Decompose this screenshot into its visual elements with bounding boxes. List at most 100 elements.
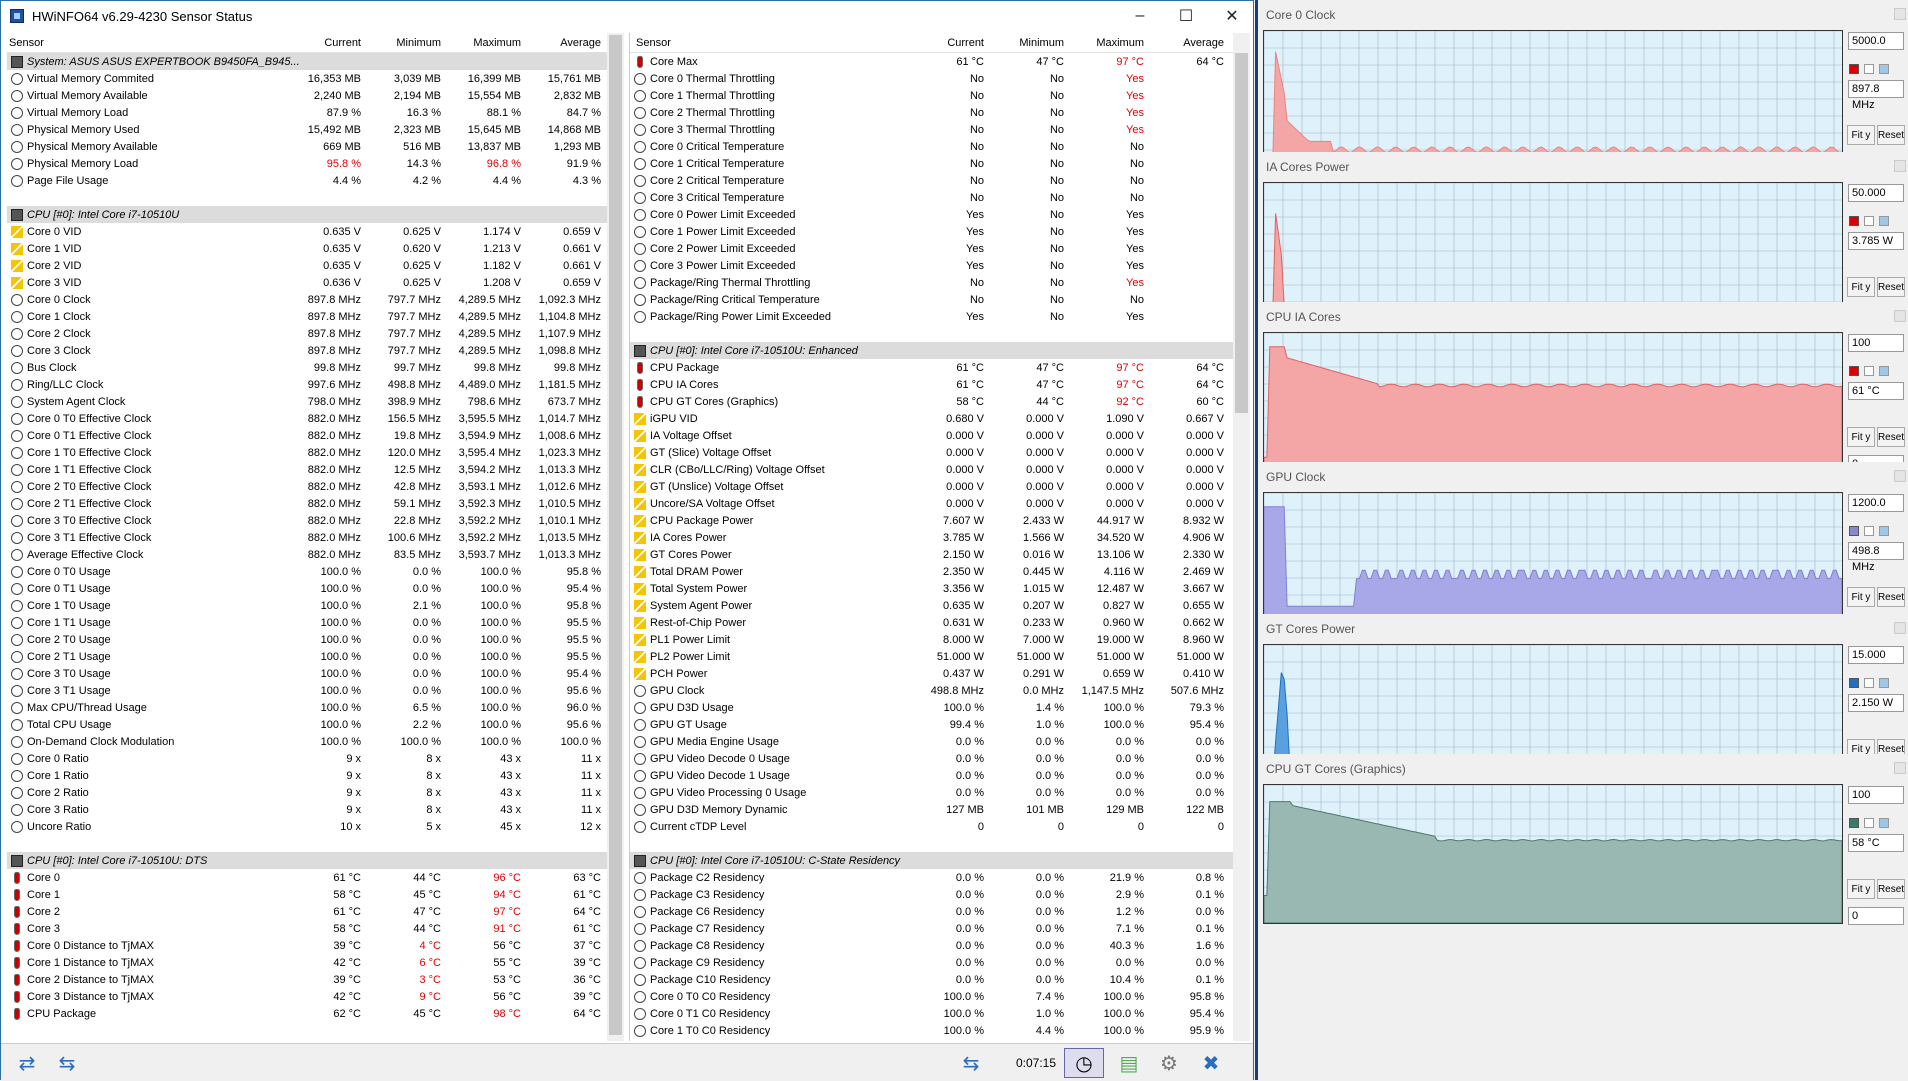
sensor-row[interactable]: Core 2 Distance to TjMAX 39 °C 3 °C 53 °C 36… [7, 971, 607, 988]
reset-button[interactable]: Reset [1877, 587, 1905, 607]
sensor-pane-left[interactable]: Sensor Current Minimum Maximum Average S… [7, 33, 607, 1041]
fit-y-button[interactable]: Fit y [1847, 587, 1875, 607]
sensor-row[interactable]: Total CPU Usage 100.0 % 2.2 % 100.0 % 95.6 % [7, 716, 607, 733]
maximize-button[interactable]: ☐ [1163, 1, 1209, 31]
sensor-group-header[interactable]: CPU [#0]: Intel Core i7-10510U: Enhanced [630, 342, 1233, 359]
sensor-row[interactable]: GPU Video Decode 1 Usage 0.0 % 0.0 % 0.0 % 0… [630, 767, 1233, 784]
sensor-row[interactable]: Core 1 T1 Effective Clock 882.0 MHz 12.5 M… [7, 461, 607, 478]
sensor-row[interactable]: Package C10 Residency 0.0 % 0.0 % 10.4 % 0.1… [630, 971, 1233, 988]
sensor-row[interactable]: GPU D3D Memory Dynamic 127 MB 101 MB 129 MB… [630, 801, 1233, 818]
network-icon[interactable]: ⇆ [951, 1048, 991, 1078]
sensor-row[interactable]: Core 0 61 °C 44 °C 96 °C 63 °C [7, 869, 607, 886]
sensor-row[interactable]: System Agent Power 0.635 W 0.207 W 0.827 W 0… [630, 597, 1233, 614]
sensor-row[interactable]: Package C7 Residency 0.0 % 0.0 % 7.1 % 0.1 % [630, 920, 1233, 937]
sensor-row[interactable]: Core 1 Thermal Throttling No No Yes [630, 87, 1233, 104]
sensor-row[interactable]: Virtual Memory Available 2,240 MB 2,194 MB… [7, 87, 607, 104]
collapse-arrows-icon[interactable]: ⇆ [49, 1048, 85, 1078]
sensor-row[interactable]: Core 3 Thermal Throttling No No Yes [630, 121, 1233, 138]
sensor-row[interactable]: Core 0 Distance to TjMAX 39 °C 4 °C 56 °C 37… [7, 937, 607, 954]
sensor-row[interactable]: Core 3 T0 Usage 100.0 % 0.0 % 100.0 % 95.4 % [7, 665, 607, 682]
sensor-row[interactable]: Core 2 61 °C 47 °C 97 °C 64 °C [7, 903, 607, 920]
reset-button[interactable]: Reset [1877, 277, 1905, 297]
sensor-row[interactable]: Core 2 T1 Effective Clock 882.0 MHz 59.1 M… [7, 495, 607, 512]
settings-icon[interactable]: ⚙ [1151, 1048, 1187, 1078]
sensor-row[interactable]: GPU GT Usage 99.4 % 1.0 % 100.0 % 95.4 % [630, 716, 1233, 733]
sensor-row[interactable]: Core 1 Ratio 9 x 8 x 43 x 11 x [7, 767, 607, 784]
sensor-row[interactable]: Physical Memory Load 95.8 % 14.3 % 96.8 % 91… [7, 155, 607, 172]
col-maximum[interactable]: Maximum [1070, 37, 1150, 49]
sensor-row[interactable]: Core 3 Power Limit Exceeded Yes No Yes [630, 257, 1233, 274]
reset-button[interactable]: Reset [1877, 879, 1905, 899]
sensor-group-header[interactable]: CPU [#0]: Intel Core i7-10510U [7, 206, 607, 223]
sensor-row[interactable]: Core 0 Critical Temperature No No No [630, 138, 1233, 155]
sensor-row[interactable]: Core 3 VID 0.636 V 0.625 V 1.208 V 0.659 V [7, 274, 607, 291]
col-current[interactable]: Current [910, 37, 990, 49]
sensor-row[interactable]: Core 3 58 °C 44 °C 91 °C 61 °C [7, 920, 607, 937]
sensor-row[interactable]: Core 2 Thermal Throttling No No Yes [630, 104, 1233, 121]
sensor-row[interactable]: Core 3 T1 Usage 100.0 % 0.0 % 100.0 % 95.6 % [7, 682, 607, 699]
col-minimum[interactable]: Minimum [367, 37, 447, 49]
graph-color-swatch[interactable] [1849, 818, 1859, 828]
sensor-row[interactable]: Core 2 Critical Temperature No No No [630, 172, 1233, 189]
sensor-row[interactable]: IA Cores Power 3.785 W 1.566 W 34.520 W 4.90… [630, 529, 1233, 546]
sensor-row[interactable]: Total System Power 3.356 W 1.015 W 12.487 W… [630, 580, 1233, 597]
sensor-row[interactable]: IA Voltage Offset 0.000 V 0.000 V 0.000 V 0.… [630, 427, 1233, 444]
sensor-graph[interactable]: CPU GT Cores (Graphics) 100 58 °C 0 Fit y Res… [1258, 754, 1908, 934]
graph-color-swatch[interactable] [1849, 216, 1859, 226]
sensor-row[interactable]: Core 1 Distance to TjMAX 42 °C 6 °C 55 °C 39… [7, 954, 607, 971]
col-average[interactable]: Average [527, 37, 607, 49]
sensor-row[interactable]: CPU Package 61 °C 47 °C 97 °C 64 °C [630, 359, 1233, 376]
graph-color-swatch[interactable] [1849, 64, 1859, 74]
sensor-row[interactable]: GT Cores Power 2.150 W 0.016 W 13.106 W 2.33… [630, 546, 1233, 563]
sensor-row[interactable]: Core 1 58 °C 45 °C 94 °C 61 °C [7, 886, 607, 903]
graph-bg-swatch[interactable] [1864, 678, 1874, 688]
graph-grid-swatch[interactable] [1879, 64, 1889, 74]
graph-grid-swatch[interactable] [1879, 366, 1889, 376]
sensor-row[interactable]: Core 1 T0 Usage 100.0 % 2.1 % 100.0 % 95.8 % [7, 597, 607, 614]
sensor-row[interactable]: iGPU VID 0.680 V 0.000 V 1.090 V 0.667 V [630, 410, 1233, 427]
scrollbar-right[interactable] [1233, 33, 1250, 1041]
sensor-row[interactable]: Core 2 T1 Usage 100.0 % 0.0 % 100.0 % 95.5 % [7, 648, 607, 665]
fit-y-button[interactable]: Fit y [1847, 125, 1875, 145]
sensor-row[interactable]: Physical Memory Available 669 MB 516 MB 13,… [7, 138, 607, 155]
graph-bg-swatch[interactable] [1864, 818, 1874, 828]
sensor-group-header[interactable]: CPU [#0]: Intel Core i7-10510U: DTS [7, 852, 607, 869]
sensor-row[interactable]: Core 0 VID 0.635 V 0.625 V 1.174 V 0.659 V [7, 223, 607, 240]
sensor-row[interactable]: PL1 Power Limit 8.000 W 7.000 W 19.000 W 8.9… [630, 631, 1233, 648]
sensor-row[interactable]: Core 3 Clock 897.8 MHz 797.7 MHz 4,289.5 MH… [7, 342, 607, 359]
sensor-row[interactable]: Page File Usage 4.4 % 4.2 % 4.4 % 4.3 % [7, 172, 607, 189]
graph-bg-swatch[interactable] [1864, 216, 1874, 226]
minimize-button[interactable]: – [1117, 1, 1163, 31]
sensor-row[interactable]: Core 1 VID 0.635 V 0.620 V 1.213 V 0.661 V [7, 240, 607, 257]
sensor-graph[interactable]: CPU IA Cores10061 °C0Fit yReset [1258, 302, 1908, 482]
sensor-row[interactable]: Core 2 Clock 897.8 MHz 797.7 MHz 4,289.5 MH… [7, 325, 607, 342]
sensor-row[interactable]: Core 3 Ratio 9 x 8 x 43 x 11 x [7, 801, 607, 818]
sensor-row[interactable]: Total DRAM Power 2.350 W 0.445 W 4.116 W 2.4… [630, 563, 1233, 580]
sensor-row[interactable]: CPU Package Power 7.607 W 2.433 W 44.917 W 8… [630, 512, 1233, 529]
sensor-row[interactable]: Core 3 Distance to TjMAX 42 °C 9 °C 56 °C 39… [7, 988, 607, 1005]
sensor-group-header[interactable]: System: ASUS ASUS EXPERTBOOK B9450FA_B94… [7, 53, 607, 70]
sensor-row[interactable]: Ring/LLC Clock 997.6 MHz 498.8 MHz 4,489.0 … [7, 376, 607, 393]
sensor-row[interactable]: Core 2 Ratio 9 x 8 x 43 x 11 x [7, 784, 607, 801]
fit-y-button[interactable]: Fit y [1847, 879, 1875, 899]
sensor-row[interactable]: Core 1 T0 Effective Clock 882.0 MHz 120.0 … [7, 444, 607, 461]
scroll-left-arrows-icon[interactable]: ⇄ [9, 1048, 45, 1078]
graph-bg-swatch[interactable] [1864, 366, 1874, 376]
graph-color-swatch[interactable] [1849, 526, 1859, 536]
graph-grid-swatch[interactable] [1879, 678, 1889, 688]
close-button[interactable]: ✕ [1209, 1, 1255, 31]
sensor-pane-right[interactable]: Sensor Current Minimum Maximum Average C… [629, 33, 1233, 1041]
sensor-row[interactable]: Core 0 Thermal Throttling No No Yes [630, 70, 1233, 87]
fit-y-button[interactable]: Fit y [1847, 277, 1875, 297]
sensor-row[interactable]: Rest-of-Chip Power 0.631 W 0.233 W 0.960 W 0… [630, 614, 1233, 631]
sensor-row[interactable]: GPU Media Engine Usage 0.0 % 0.0 % 0.0 % 0.0… [630, 733, 1233, 750]
graph-bg-swatch[interactable] [1864, 526, 1874, 536]
reset-button[interactable]: Reset [1877, 125, 1905, 145]
sensor-row[interactable]: Core 0 Clock 897.8 MHz 797.7 MHz 4,289.5 MH… [7, 291, 607, 308]
sensor-row[interactable]: Core 0 T0 C0 Residency 100.0 % 7.4 % 100.0 … [630, 988, 1233, 1005]
sensor-row[interactable]: Virtual Memory Load 87.9 % 16.3 % 88.1 % 84.… [7, 104, 607, 121]
sensor-row[interactable]: Uncore/SA Voltage Offset 0.000 V 0.000 V 0.… [630, 495, 1233, 512]
scrollbar-left[interactable] [607, 33, 624, 1041]
sensor-row[interactable]: GPU Video Processing 0 Usage 0.0 % 0.0 % 0.… [630, 784, 1233, 801]
sensor-row[interactable]: GPU Video Decode 0 Usage 0.0 % 0.0 % 0.0 % 0… [630, 750, 1233, 767]
